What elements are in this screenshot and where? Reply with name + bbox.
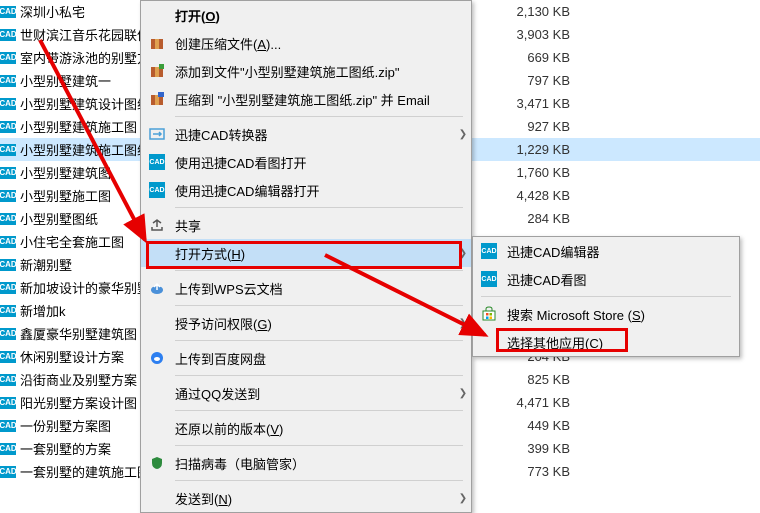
cad-file-icon: CAD	[0, 190, 16, 202]
file-size: 399 KB	[490, 441, 570, 456]
file-name: 一套别墅的方案	[20, 439, 111, 458]
cad-file-icon: CAD	[0, 351, 16, 363]
cad-file-icon: CAD	[0, 29, 16, 41]
cad-file-icon: CAD	[0, 52, 16, 64]
cad-file-icon: CAD	[0, 98, 16, 110]
cad-file-icon: CAD	[0, 144, 16, 156]
file-name: 室内带游泳池的别墅方	[20, 48, 140, 67]
archive-email-icon	[149, 91, 165, 107]
file-name: 休闲别墅设计方案	[20, 347, 124, 366]
chevron-right-icon: ❯	[455, 248, 471, 259]
file-name: 沿街商业及别墅方案	[20, 370, 137, 389]
file-name: 阳光别墅方案设计图	[20, 393, 137, 412]
file-name: 世财滨江音乐花园联体	[20, 25, 140, 44]
cad-file-icon: CAD	[0, 259, 16, 271]
submenu-choose-another[interactable]: 选择其他应用(C)	[473, 328, 739, 356]
file-size: 4,471 KB	[490, 395, 570, 410]
menu-open[interactable]: 打开(O)	[141, 1, 471, 29]
menu-share[interactable]: 共享	[141, 211, 471, 239]
menu-send-to[interactable]: 发送到(N) ❯	[141, 484, 471, 512]
cad-file-icon: CAD	[0, 75, 16, 87]
file-size: 2,130 KB	[490, 4, 570, 19]
file-name: 小型别墅图纸	[20, 209, 98, 228]
cad-file-icon: CAD	[0, 213, 16, 225]
cad-file-icon: CAD	[0, 328, 16, 340]
file-name: 一份别墅方案图	[20, 416, 111, 435]
cad-file-icon: CAD	[0, 397, 16, 409]
menu-cad-converter[interactable]: 迅捷CAD转换器 ❯	[141, 120, 471, 148]
file-name: 小型别墅建筑施工图纸	[20, 140, 140, 159]
chevron-right-icon: ❯	[455, 388, 471, 399]
file-size: 3,903 KB	[490, 27, 570, 42]
chevron-right-icon: ❯	[455, 318, 471, 329]
cad-file-icon: CAD	[0, 167, 16, 179]
file-name: 小型别墅施工图	[20, 186, 111, 205]
file-name: 新增加k	[20, 301, 66, 320]
submenu-cad-editor[interactable]: CAD 迅捷CAD编辑器	[473, 237, 739, 265]
open-with-submenu: CAD 迅捷CAD编辑器 CAD 迅捷CAD看图 搜索 Microsoft St…	[472, 236, 740, 357]
cad-file-icon: CAD	[0, 443, 16, 455]
file-size: 449 KB	[490, 418, 570, 433]
file-size: 3,471 KB	[490, 96, 570, 111]
menu-open-editor[interactable]: CAD 使用迅捷CAD编辑器打开	[141, 176, 471, 204]
file-name: 小型别墅建筑施工图	[20, 117, 137, 136]
file-name: 一套别墅的建筑施工图	[20, 462, 140, 481]
ms-store-icon	[481, 306, 497, 322]
menu-grant-access[interactable]: 授予访问权限(G) ❯	[141, 309, 471, 337]
cad-file-icon: CAD	[0, 466, 16, 478]
file-name: 深圳小私宅	[20, 2, 85, 21]
menu-open-with[interactable]: 打开方式(H) ❯	[141, 239, 471, 267]
cad-file-icon: CAD	[0, 305, 16, 317]
converter-icon	[149, 126, 165, 142]
cad-file-icon: CAD	[0, 121, 16, 133]
cad-viewer-icon: CAD	[481, 271, 497, 287]
file-size: 773 KB	[490, 464, 570, 479]
file-size: 927 KB	[490, 119, 570, 134]
file-size: 1,229 KB	[490, 142, 570, 157]
submenu-cad-viewer[interactable]: CAD 迅捷CAD看图	[473, 265, 739, 293]
file-size: 825 KB	[490, 372, 570, 387]
file-size: 284 KB	[490, 211, 570, 226]
menu-add-to-zip[interactable]: 添加到文件"小型别墅建筑施工图纸.zip"	[141, 57, 471, 85]
menu-send-qq[interactable]: 通过QQ发送到 ❯	[141, 379, 471, 407]
archive-add-icon	[149, 63, 165, 79]
cad-editor-icon: CAD	[149, 182, 165, 198]
wps-cloud-icon	[149, 280, 165, 296]
archive-icon	[149, 35, 165, 51]
shield-icon	[149, 455, 165, 471]
chevron-right-icon: ❯	[455, 129, 471, 140]
cad-file-icon: CAD	[0, 374, 16, 386]
menu-upload-baidu[interactable]: 上传到百度网盘	[141, 344, 471, 372]
cad-file-icon: CAD	[0, 420, 16, 432]
menu-compress-email[interactable]: 压缩到 "小型别墅建筑施工图纸.zip" 并 Email	[141, 85, 471, 113]
file-name: 新潮别墅	[20, 255, 72, 274]
menu-create-archive[interactable]: 创建压缩文件(A)...	[141, 29, 471, 57]
cad-file-icon: CAD	[0, 236, 16, 248]
file-name: 小型别墅建筑设计图纸	[20, 94, 140, 113]
file-name: 鑫厦豪华别墅建筑图 2	[20, 324, 140, 343]
file-name: 小型别墅建筑一	[20, 71, 111, 90]
share-icon	[149, 217, 165, 233]
file-name: 小住宅全套施工图	[20, 232, 124, 251]
menu-open-viewer[interactable]: CAD 使用迅捷CAD看图打开	[141, 148, 471, 176]
menu-upload-wps[interactable]: 上传到WPS云文档	[141, 274, 471, 302]
context-menu: 打开(O) 创建压缩文件(A)... 添加到文件"小型别墅建筑施工图纸.zip"…	[140, 0, 472, 513]
file-size: 669 KB	[490, 50, 570, 65]
cad-viewer-icon: CAD	[149, 154, 165, 170]
file-name: 小型别墅建筑图	[20, 163, 111, 182]
cad-file-icon: CAD	[0, 282, 16, 294]
cad-file-icon: CAD	[0, 6, 16, 18]
file-size: 797 KB	[490, 73, 570, 88]
chevron-right-icon: ❯	[455, 493, 471, 504]
file-name: 新加坡设计的豪华别墅	[20, 278, 140, 297]
submenu-search-store[interactable]: 搜索 Microsoft Store (S)	[473, 300, 739, 328]
baidu-pan-icon	[149, 350, 165, 366]
menu-scan-virus[interactable]: 扫描病毒（电脑管家）	[141, 449, 471, 477]
file-size: 1,760 KB	[490, 165, 570, 180]
cad-editor-icon: CAD	[481, 243, 497, 259]
file-size: 4,428 KB	[490, 188, 570, 203]
menu-restore-versions[interactable]: 还原以前的版本(V)	[141, 414, 471, 442]
